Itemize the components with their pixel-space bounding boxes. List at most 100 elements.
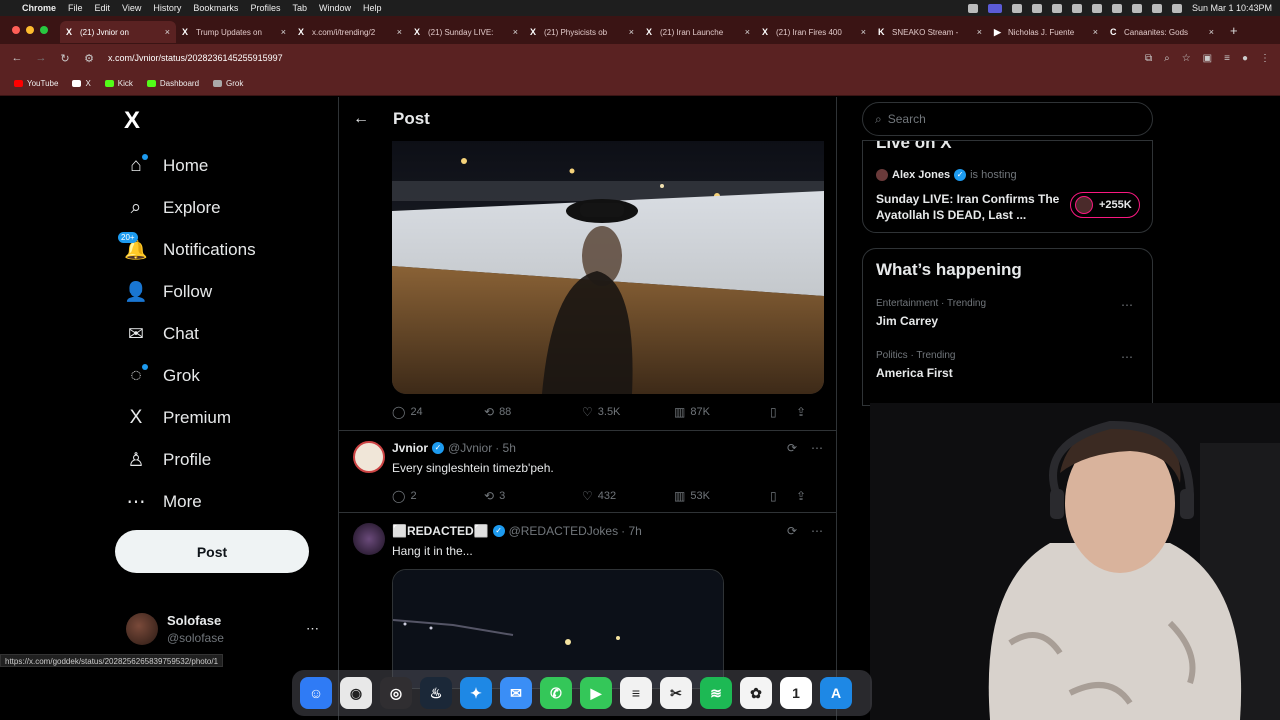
browser-tab[interactable]: X (21) Sunday LIVE: × [408, 21, 524, 43]
install-app-icon[interactable]: ⧉ [1145, 53, 1152, 64]
forward-arrow-icon[interactable]: → [34, 52, 48, 64]
battery-icon[interactable] [1091, 3, 1102, 13]
close-tab-icon[interactable]: × [861, 27, 866, 37]
bookmark-button[interactable]: ▯ [770, 489, 796, 503]
sidebar-item-home[interactable]: ⌂ Home [124, 151, 208, 181]
x-logo-icon[interactable]: X [124, 107, 140, 135]
menu-profiles[interactable]: Profiles [250, 3, 280, 13]
menu-tab[interactable]: Tab [292, 3, 307, 13]
post-time[interactable]: · 5h [495, 441, 516, 455]
more-dots-icon[interactable]: ⋯ [1121, 298, 1133, 312]
trend-item[interactable]: Entertainment · Trending Jim Carrey ⋯ [876, 298, 1141, 328]
repost-button[interactable]: ⟲ 88 [484, 405, 582, 419]
more-dots-icon[interactable]: ⋯ [306, 621, 319, 637]
account-switcher[interactable]: Solofase @solofase ⋯ [126, 609, 326, 649]
calendar-icon[interactable]: 1 [780, 677, 812, 709]
menubar-clock[interactable]: Sun Mar 1 10:43PM [1192, 3, 1272, 13]
messages-icon[interactable]: ✆ [540, 677, 572, 709]
post-time[interactable]: · 7h [621, 524, 642, 538]
close-tab-icon[interactable]: × [397, 27, 402, 37]
bookmark-item[interactable]: Kick [104, 79, 133, 88]
browser-tab[interactable]: X (21) Physicists ob × [524, 21, 640, 43]
menu-history[interactable]: History [153, 3, 181, 13]
more-dots-icon[interactable]: ⋯ [811, 524, 823, 538]
browser-tab[interactable]: Xx.com/i/trending/2 × [292, 21, 408, 43]
site-info-icon[interactable]: ⚙ [82, 52, 96, 65]
reload-icon[interactable]: ↻ [58, 52, 72, 65]
menu-file[interactable]: File [68, 3, 83, 13]
bookmark-item[interactable]: X [72, 79, 91, 88]
chrome-icon[interactable]: ◉ [340, 677, 372, 709]
back-arrow-icon[interactable]: ← [10, 52, 24, 64]
mail-icon[interactable]: ✉ [500, 677, 532, 709]
reply-button[interactable]: ◯ 24 [392, 405, 484, 419]
reply-post[interactable]: Jvnior ✓ @Jvnior · 5h ⟳ ⋯ Every singlesh… [339, 430, 836, 512]
sidebar-item-grok[interactable]: ◌ Grok [124, 361, 200, 391]
menu-help[interactable]: Help [363, 3, 382, 13]
address-input[interactable]: x.com/Jvnior/status/2028236145255915997 [108, 53, 283, 63]
steam-icon[interactable]: ♨ [420, 677, 452, 709]
obs-icon[interactable]: ◎ [380, 677, 412, 709]
sidebar-item-notifications[interactable]: 🔔 20+ Notifications [118, 232, 256, 265]
extensions-icon[interactable]: ≡ [1224, 53, 1230, 64]
facetime-icon[interactable]: ▶ [580, 677, 612, 709]
close-tab-icon[interactable]: × [513, 27, 518, 37]
zoom-icon[interactable]: ⌕ [1164, 53, 1170, 64]
close-tab-icon[interactable]: × [1093, 27, 1098, 37]
join-live-button[interactable]: +255K [1070, 192, 1140, 218]
sidebar-item-premium[interactable]: X Premium [124, 403, 231, 433]
sidebar-icon[interactable]: ▣ [1203, 53, 1212, 64]
search-box[interactable]: ⌕ Search [862, 102, 1153, 136]
live-host[interactable]: Alex Jones ✓ is hosting [876, 169, 1017, 181]
minimize-window-button[interactable] [26, 26, 34, 34]
browser-tab[interactable]: X (21) Iran Launche × [640, 21, 756, 43]
bookmark-star-icon[interactable]: ☆ [1182, 53, 1191, 64]
bookmark-item[interactable]: Dashboard [146, 79, 199, 88]
post-button[interactable]: Post [115, 530, 309, 573]
menu-edit[interactable]: Edit [95, 3, 111, 13]
photos-icon[interactable]: ✿ [740, 677, 772, 709]
bookmark-item[interactable]: Grok [213, 79, 243, 88]
new-tab-button[interactable]: + [1230, 23, 1238, 38]
live-stream-title[interactable]: Sunday LIVE: Iran Confirms The Ayatollah… [876, 191, 1061, 223]
close-tab-icon[interactable]: × [745, 27, 750, 37]
menu-view[interactable]: View [122, 3, 141, 13]
siri-icon[interactable] [1171, 3, 1182, 13]
bookmark-button[interactable]: ▯ [770, 405, 796, 419]
more-dots-icon[interactable]: ⋯ [811, 441, 823, 455]
tray-app-icon-2[interactable] [1011, 3, 1022, 13]
wifi-icon[interactable] [1111, 3, 1122, 13]
author-name[interactable]: ⬜REDACTED⬜ [392, 524, 489, 538]
chrome-menu-icon[interactable]: ⋮ [1260, 53, 1270, 64]
avatar[interactable] [353, 523, 385, 555]
like-button[interactable]: ♡ 3.5K [582, 405, 674, 419]
bookmark-item[interactable]: YouTube [14, 79, 58, 88]
appstore-icon[interactable]: A [820, 677, 852, 709]
sidebar-item-more[interactable]: ⋯ More [124, 487, 202, 517]
menu-window[interactable]: Window [319, 3, 351, 13]
post-video[interactable] [392, 141, 824, 394]
tray-app-icon[interactable] [967, 3, 978, 13]
close-tab-icon[interactable]: × [977, 27, 982, 37]
author-name[interactable]: Jvnior [392, 441, 428, 455]
sidebar-item-explore[interactable]: ⌕ Explore [124, 193, 221, 223]
play-icon[interactable] [1071, 3, 1082, 13]
grok-icon[interactable]: ⟳ [787, 524, 797, 538]
share-button[interactable]: ⇪ [796, 405, 806, 419]
dropbox-icon[interactable] [1031, 3, 1042, 13]
like-button[interactable]: ♡ 432 [582, 489, 674, 503]
finder-icon[interactable]: ☺ [300, 677, 332, 709]
close-tab-icon[interactable]: × [629, 27, 634, 37]
browser-tab[interactable]: ▶ Nicholas J. Fuente × [988, 21, 1104, 43]
share-button[interactable]: ⇪ [796, 489, 806, 503]
sidebar-item-follow[interactable]: 👤 Follow [124, 277, 212, 307]
capcut-icon[interactable]: ✂ [660, 677, 692, 709]
close-tab-icon[interactable]: × [165, 27, 170, 37]
headphones-icon[interactable] [1051, 3, 1062, 13]
menu-app[interactable]: Chrome [22, 3, 56, 13]
search-input[interactable]: Search [888, 112, 926, 126]
browser-tab[interactable]: X Trump Updates on × [176, 21, 292, 43]
control-center-icon[interactable] [1151, 3, 1162, 13]
safari-icon[interactable]: ✦ [460, 677, 492, 709]
zoom-window-button[interactable] [40, 26, 48, 34]
